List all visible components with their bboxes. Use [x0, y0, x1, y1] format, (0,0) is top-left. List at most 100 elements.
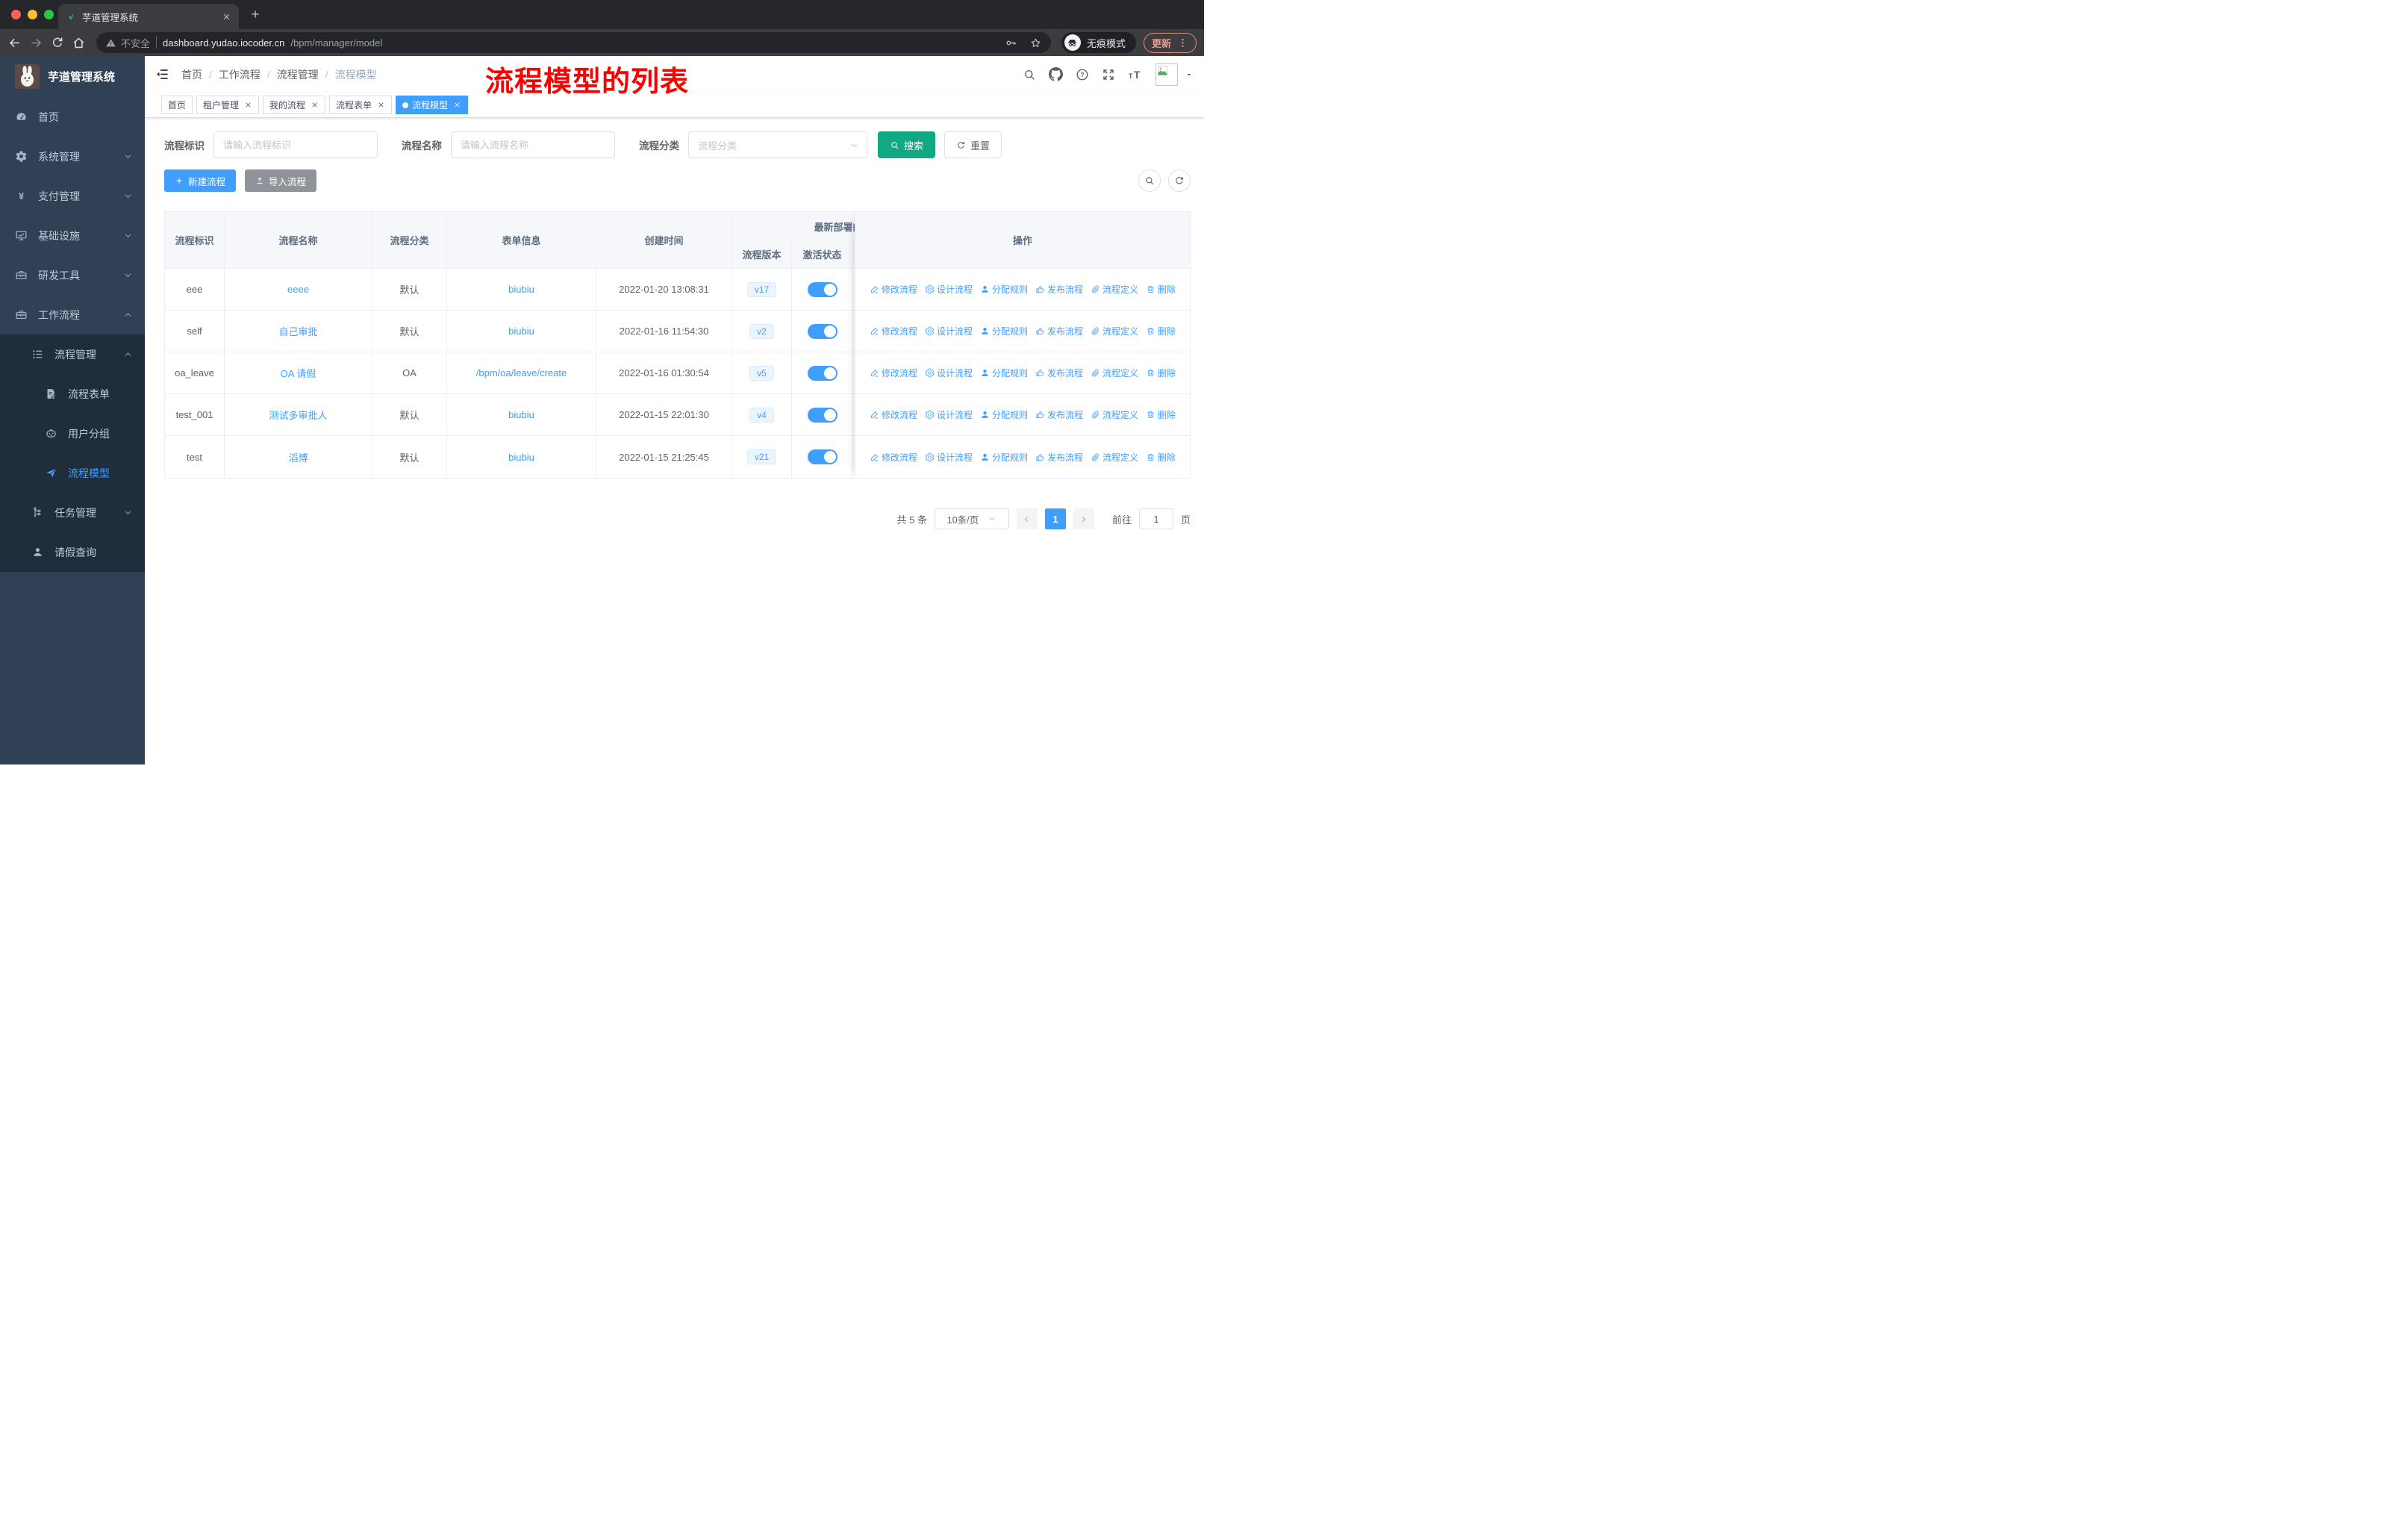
- action-hand-link[interactable]: 发布流程: [1035, 408, 1083, 421]
- prev-page-button[interactable]: [1016, 508, 1038, 529]
- action-trash-link[interactable]: 删除: [1146, 451, 1176, 464]
- home-icon[interactable]: [72, 36, 86, 50]
- window-close-button[interactable]: [11, 10, 21, 19]
- sidebar-item-dashboard[interactable]: 首页: [0, 97, 145, 137]
- tag-close-icon[interactable]: [453, 101, 461, 109]
- active-toggle[interactable]: [807, 449, 838, 464]
- tab-close-icon[interactable]: [222, 12, 231, 22]
- font-size-icon[interactable]: [1128, 67, 1143, 82]
- page-1-button[interactable]: 1: [1044, 508, 1066, 529]
- browser-update-button[interactable]: 更新: [1143, 32, 1197, 53]
- action-userfill-link[interactable]: 分配规则: [980, 283, 1028, 296]
- tag-view[interactable]: 流程表单: [329, 96, 393, 114]
- window-minimize-button[interactable]: [28, 10, 37, 19]
- action-gearo-link[interactable]: 设计流程: [925, 367, 973, 379]
- form-info-link[interactable]: biubiu: [508, 452, 534, 463]
- github-icon[interactable]: [1049, 67, 1063, 81]
- sidebar-item-toolbox[interactable]: 工作流程: [0, 295, 145, 334]
- sidebar-item-listicon[interactable]: 流程管理: [0, 334, 145, 374]
- tag-view[interactable]: 我的流程: [263, 96, 326, 114]
- show-search-button[interactable]: [1138, 169, 1161, 192]
- tag-view[interactable]: 租户管理: [196, 96, 260, 114]
- action-clip-link[interactable]: 流程定义: [1091, 367, 1138, 379]
- action-trash-link[interactable]: 删除: [1146, 367, 1176, 379]
- sidebar-item-plane[interactable]: 流程模型: [0, 453, 145, 493]
- action-pencil-link[interactable]: 修改流程: [870, 367, 917, 379]
- action-trash-link[interactable]: 删除: [1146, 283, 1176, 296]
- process-name-link[interactable]: eeee: [287, 284, 309, 295]
- process-name-link[interactable]: 滔博: [288, 450, 308, 464]
- address-bar[interactable]: 不安全 dashboard.yudao.iocoder.cn /bpm/mana…: [96, 32, 1051, 53]
- action-trash-link[interactable]: 删除: [1146, 325, 1176, 337]
- breadcrumb-home[interactable]: 首页: [181, 67, 202, 82]
- sidebar-item-toolbox[interactable]: 研发工具: [0, 255, 145, 295]
- key-icon[interactable]: [1005, 37, 1017, 49]
- action-clip-link[interactable]: 流程定义: [1091, 451, 1138, 464]
- bookmark-star-icon[interactable]: [1029, 37, 1042, 49]
- sidebar-item-person[interactable]: 请假查询: [0, 532, 145, 572]
- tag-close-icon[interactable]: [311, 101, 319, 109]
- active-toggle[interactable]: [807, 365, 838, 381]
- active-toggle[interactable]: [807, 281, 838, 297]
- avatar-caret-icon[interactable]: [1185, 70, 1194, 79]
- menu-kebab-icon[interactable]: [1177, 37, 1188, 49]
- form-info-link[interactable]: biubiu: [508, 409, 534, 420]
- search-icon[interactable]: [1023, 68, 1036, 81]
- breadcrumb-process-manage[interactable]: 流程管理: [277, 67, 319, 82]
- fullscreen-icon[interactable]: [1102, 68, 1115, 81]
- sidebar-item-monitor[interactable]: 基础设施: [0, 216, 145, 255]
- action-clip-link[interactable]: 流程定义: [1091, 283, 1138, 296]
- sidebar-item-docedit[interactable]: 流程表单: [0, 374, 145, 414]
- app-logo[interactable]: 芋道管理系统: [0, 56, 145, 97]
- sidebar-item-tree[interactable]: 任务管理: [0, 493, 145, 532]
- action-hand-link[interactable]: 发布流程: [1035, 367, 1083, 379]
- action-hand-link[interactable]: 发布流程: [1035, 451, 1083, 464]
- action-pencil-link[interactable]: 修改流程: [870, 325, 917, 337]
- tag-view[interactable]: 首页: [161, 96, 193, 114]
- action-gearo-link[interactable]: 设计流程: [925, 451, 973, 464]
- user-avatar[interactable]: [1155, 63, 1178, 86]
- goto-page-input[interactable]: [1138, 508, 1173, 529]
- tag-close-icon[interactable]: [377, 101, 385, 109]
- forward-icon[interactable]: [29, 36, 43, 50]
- hamburger-icon[interactable]: [155, 67, 169, 81]
- action-userfill-link[interactable]: 分配规则: [980, 451, 1028, 464]
- process-name-link[interactable]: 测试多审批人: [269, 408, 327, 422]
- process-name-link[interactable]: OA 请假: [281, 366, 316, 380]
- refresh-table-button[interactable]: [1168, 169, 1191, 192]
- action-hand-link[interactable]: 发布流程: [1035, 325, 1083, 337]
- process-name-input[interactable]: [451, 131, 615, 158]
- tag-view[interactable]: 流程模型: [396, 96, 469, 114]
- search-button[interactable]: 搜索: [878, 131, 936, 158]
- action-userfill-link[interactable]: 分配规则: [980, 325, 1028, 337]
- browser-tab[interactable]: 芋道管理系统: [58, 4, 239, 29]
- action-gearo-link[interactable]: 设计流程: [925, 283, 973, 296]
- breadcrumb-workflow[interactable]: 工作流程: [219, 67, 261, 82]
- reload-icon[interactable]: [51, 36, 64, 49]
- action-trash-link[interactable]: 删除: [1146, 408, 1176, 421]
- active-toggle[interactable]: [807, 407, 838, 423]
- process-category-select[interactable]: 流程分类: [688, 131, 867, 158]
- sidebar-item-yen[interactable]: 支付管理: [0, 176, 145, 216]
- form-info-link[interactable]: biubiu: [508, 326, 534, 337]
- import-process-button[interactable]: 导入流程: [245, 169, 317, 192]
- help-icon[interactable]: [1076, 68, 1089, 81]
- create-process-button[interactable]: 新建流程: [164, 169, 237, 192]
- action-gearo-link[interactable]: 设计流程: [925, 408, 973, 421]
- action-pencil-link[interactable]: 修改流程: [870, 408, 917, 421]
- next-page-button[interactable]: [1073, 508, 1094, 529]
- form-info-link[interactable]: biubiu: [508, 284, 534, 295]
- security-indicator[interactable]: 不安全: [105, 36, 150, 50]
- active-toggle[interactable]: [807, 323, 838, 339]
- action-userfill-link[interactable]: 分配规则: [980, 367, 1028, 379]
- action-userfill-link[interactable]: 分配规则: [980, 408, 1028, 421]
- sidebar-item-gear[interactable]: 系统管理: [0, 137, 145, 176]
- action-gearo-link[interactable]: 设计流程: [925, 325, 973, 337]
- action-clip-link[interactable]: 流程定义: [1091, 325, 1138, 337]
- process-name-link[interactable]: 自己审批: [278, 324, 317, 338]
- sidebar-item-robot[interactable]: 用户分组: [0, 414, 145, 453]
- action-pencil-link[interactable]: 修改流程: [870, 451, 917, 464]
- window-zoom-button[interactable]: [44, 10, 54, 19]
- action-clip-link[interactable]: 流程定义: [1091, 408, 1138, 421]
- tag-close-icon[interactable]: [244, 101, 252, 109]
